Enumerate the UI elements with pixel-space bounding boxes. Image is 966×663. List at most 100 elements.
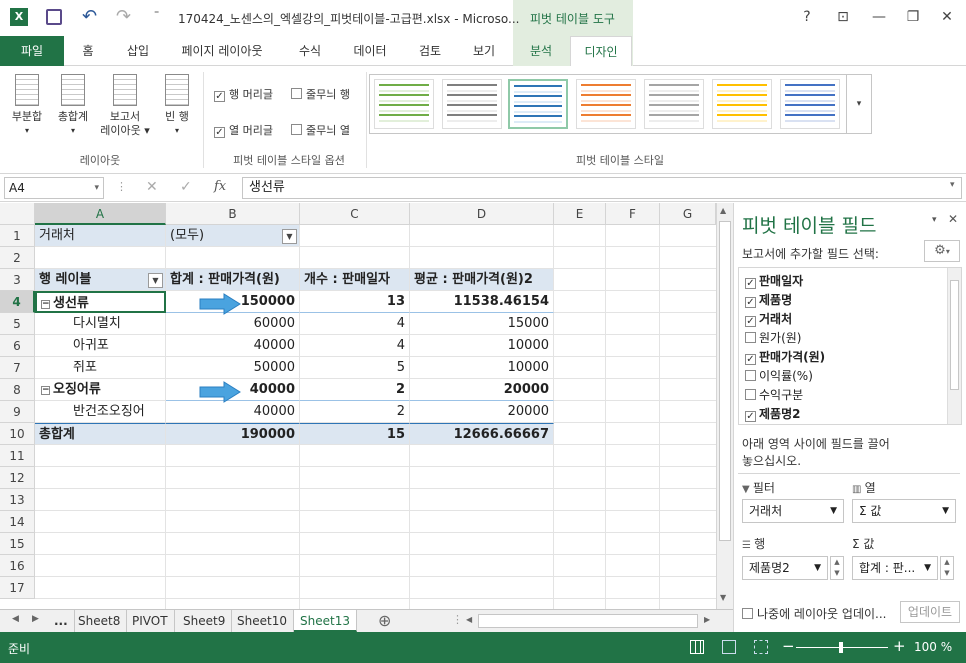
- field-checkbox[interactable]: [745, 332, 756, 343]
- rows-area-caret-icon[interactable]: ▼: [814, 557, 821, 579]
- style-swatch[interactable]: [712, 79, 772, 129]
- row-header[interactable]: 16: [0, 555, 35, 577]
- values-area-caret-icon[interactable]: ▼: [924, 557, 931, 579]
- field-item[interactable]: ✓ 제품명2: [745, 405, 800, 424]
- columns-area-caret-icon[interactable]: ▼: [942, 500, 949, 522]
- banded-rows-checkbox[interactable]: 줄무늬 행: [291, 86, 350, 102]
- zoom-slider-thumb[interactable]: [839, 642, 843, 653]
- pane-options-icon[interactable]: ▾: [932, 215, 937, 225]
- sheet-tab[interactable]: Sheet10: [231, 610, 294, 632]
- sheet-tab[interactable]: Sheet8: [72, 610, 128, 632]
- tab-insert[interactable]: 삽입: [118, 36, 158, 66]
- filter-area-field[interactable]: 거래처 ▼: [742, 499, 844, 523]
- col-header-a[interactable]: A: [35, 203, 166, 225]
- sum-price-cell[interactable]: 60000: [166, 313, 300, 335]
- collapse-icon[interactable]: −: [41, 300, 50, 309]
- group-row-label[interactable]: − 생선류: [35, 291, 166, 313]
- undo-icon[interactable]: ↶: [82, 6, 97, 27]
- pane-close-icon[interactable]: ✕: [948, 212, 958, 226]
- redo-icon[interactable]: ↷: [116, 6, 131, 27]
- normal-view-icon[interactable]: [690, 640, 704, 654]
- col-header-c[interactable]: C: [300, 203, 410, 225]
- avg-price-cell[interactable]: 20000: [410, 401, 554, 423]
- row-header[interactable]: 12: [0, 467, 35, 489]
- field-checkbox[interactable]: ✓: [745, 411, 756, 422]
- sheet-next-icon[interactable]: ▶: [32, 614, 39, 624]
- select-all-corner[interactable]: [0, 203, 35, 225]
- row-header[interactable]: 11: [0, 445, 35, 467]
- add-sheet-icon[interactable]: ⊕: [378, 611, 391, 630]
- grand-total-label[interactable]: 총합계: [35, 423, 166, 445]
- row-header[interactable]: 10: [0, 423, 35, 445]
- subtotals-button[interactable]: 부분합 ▾: [6, 74, 48, 138]
- field-item[interactable]: 원가(원): [745, 329, 801, 348]
- col-header-d[interactable]: D: [410, 203, 554, 225]
- field-item[interactable]: 수익구분: [745, 386, 803, 405]
- page-layout-view-icon[interactable]: [722, 640, 736, 654]
- cancel-icon[interactable]: ✕: [146, 179, 158, 195]
- avg-price-cell[interactable]: 10000: [410, 335, 554, 357]
- expand-formula-icon[interactable]: ▾: [950, 180, 955, 190]
- vertical-scrollbar[interactable]: ▲ ▼: [716, 203, 733, 609]
- row-header[interactable]: 17: [0, 577, 35, 599]
- h-scroll-thumb[interactable]: [478, 614, 698, 628]
- filter-area-caret-icon[interactable]: ▼: [830, 500, 837, 522]
- formula-input[interactable]: 생선류: [242, 177, 962, 199]
- count-date-cell[interactable]: 4: [300, 313, 410, 335]
- close-button[interactable]: ✕: [932, 6, 962, 28]
- row-header[interactable]: 13: [0, 489, 35, 511]
- rows-area-scroll[interactable]: ▲ ▼: [830, 556, 844, 580]
- col-header-b[interactable]: B: [166, 203, 300, 225]
- zoom-in-button[interactable]: +: [893, 637, 906, 655]
- style-swatch[interactable]: [780, 79, 840, 129]
- name-box-caret[interactable]: ▾: [94, 178, 99, 198]
- field-item[interactable]: ✓ 제품명: [745, 291, 792, 310]
- field-list-scrollbar[interactable]: [947, 268, 961, 424]
- field-checkbox[interactable]: ✓: [745, 354, 756, 365]
- avg-price-cell[interactable]: 15000: [410, 313, 554, 335]
- grand-total-count[interactable]: 15: [300, 423, 410, 445]
- update-button[interactable]: 업데이트: [900, 601, 960, 623]
- tab-data[interactable]: 데이터: [346, 36, 394, 66]
- sum-price-header[interactable]: 합계 : 판매가격(원): [166, 269, 300, 291]
- confirm-icon[interactable]: ✓: [180, 179, 192, 195]
- field-checkbox[interactable]: [745, 389, 756, 400]
- count-date-cell[interactable]: 2: [300, 401, 410, 423]
- tab-formulas[interactable]: 수식: [290, 36, 330, 66]
- row-header[interactable]: 3: [0, 269, 35, 291]
- grand-total-sum[interactable]: 190000: [166, 423, 300, 445]
- sheet-tab[interactable]: PIVOT: [126, 610, 175, 632]
- col-headers-checkbox[interactable]: ✓ 열 머리글: [214, 122, 273, 138]
- row-label-header[interactable]: 행 레이블: [35, 269, 166, 291]
- blank-rows-button[interactable]: 빈 행 ▾: [158, 74, 196, 138]
- page-break-view-icon[interactable]: [754, 640, 768, 654]
- avg-price-cell[interactable]: 20000: [410, 379, 554, 401]
- row-header[interactable]: 9: [0, 401, 35, 423]
- h-scroll-left-icon[interactable]: ◀: [466, 615, 472, 624]
- count-date-cell[interactable]: 4: [300, 335, 410, 357]
- row-header[interactable]: 15: [0, 533, 35, 555]
- col-header-g[interactable]: G: [660, 203, 716, 225]
- row-headers-checkbox[interactable]: ✓ 행 머리글: [214, 86, 273, 102]
- field-checkbox[interactable]: ✓: [745, 297, 756, 308]
- group-row-label[interactable]: − 오징어류: [35, 379, 166, 401]
- style-swatch[interactable]: [374, 79, 434, 129]
- field-item[interactable]: ✓ 판매가격(원): [745, 348, 825, 367]
- tab-analyze[interactable]: 분석: [518, 36, 564, 66]
- avg-price-cell[interactable]: 11538.46154: [410, 291, 554, 313]
- collapse-icon[interactable]: −: [41, 386, 50, 395]
- row-header[interactable]: 2: [0, 247, 35, 269]
- filter-field-value[interactable]: (모두): [166, 225, 300, 247]
- h-scroll-right-icon[interactable]: ▶: [704, 615, 710, 624]
- gallery-more-icon[interactable]: ▾: [846, 75, 871, 133]
- field-checkbox[interactable]: ✓: [745, 316, 756, 327]
- scroll-up-icon[interactable]: ▲: [720, 206, 726, 215]
- tab-file[interactable]: 파일: [0, 36, 64, 66]
- grand-totals-button[interactable]: 총합계 ▾: [52, 74, 94, 138]
- worksheet-grid[interactable]: A B C D E F G 1 2 3 4 5 6 7 8 9 10 11 12…: [0, 203, 716, 609]
- field-checkbox[interactable]: [745, 370, 756, 381]
- sum-price-cell[interactable]: 50000: [166, 357, 300, 379]
- tab-design[interactable]: 디자인: [570, 36, 632, 67]
- values-area-field[interactable]: 합계 : 판... ▼: [852, 556, 938, 580]
- columns-area-field[interactable]: Σ 값 ▼: [852, 499, 956, 523]
